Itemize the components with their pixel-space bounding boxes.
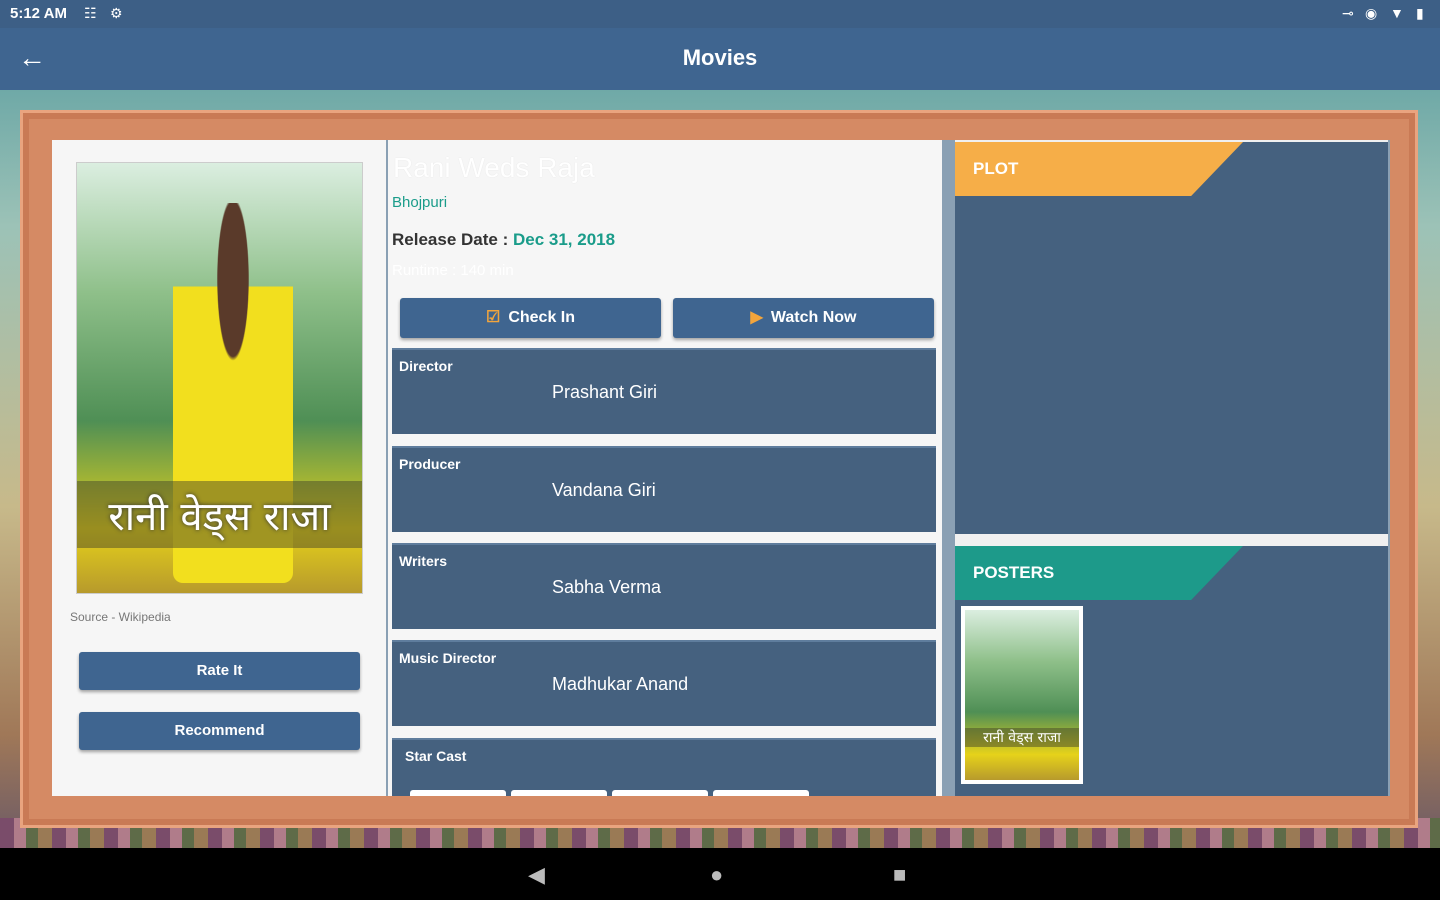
movie-details-panel: Rani Weds Raja Bhojpuri Release Date : D… <box>388 140 942 796</box>
plot-header: PLOT <box>955 142 1243 196</box>
cast-item[interactable] <box>713 790 809 796</box>
rate-it-button[interactable]: Rate It <box>79 652 360 690</box>
wifi-icon: ▼ <box>1390 5 1404 21</box>
plot-section: PLOT <box>955 142 1388 534</box>
poster-thumbnail-text: रानी वेड्स राजा <box>965 728 1079 747</box>
posters-header: POSTERS <box>955 546 1243 600</box>
movie-poster-image[interactable]: रानी वेड्स राजा <box>76 162 363 594</box>
app-bar: ← Movies <box>0 28 1440 90</box>
eye-icon: ◉ <box>1365 5 1378 21</box>
card-value: Vandana Giri <box>552 480 656 500</box>
system-nav-bar: ◀ ● ■ <box>0 848 1440 900</box>
movie-title: Rani Weds Raja <box>393 152 595 183</box>
card-label: Writers <box>399 553 447 569</box>
watch-now-label: Watch Now <box>770 309 857 326</box>
cast-item[interactable] <box>612 790 708 796</box>
card-label: Music Director <box>399 650 497 666</box>
card-value: Madhukar Anand <box>552 674 689 694</box>
nav-home-icon[interactable]: ● <box>710 862 723 888</box>
release-date-value: Dec 31, 2018 <box>512 230 616 249</box>
android-icon: ☷ <box>84 5 97 21</box>
page-title: Movies <box>682 45 758 70</box>
cast-item[interactable] <box>511 790 607 796</box>
poster-source: Source - Wikipedia <box>70 610 171 624</box>
card-value: Prashant Giri <box>552 382 658 402</box>
card-label: Director <box>399 358 453 374</box>
recommend-button[interactable]: Recommend <box>79 712 360 750</box>
writers-card: Writers Sabha Verma <box>392 543 936 629</box>
movie-runtime: Runtime : 140 min <box>392 262 514 279</box>
producer-card: Producer Vandana Giri <box>392 446 936 532</box>
nav-recents-icon[interactable]: ■ <box>893 862 906 888</box>
posters-section: POSTERS रानी वेड्स राजा <box>955 546 1388 796</box>
movie-language: Bhojpuri <box>392 194 448 211</box>
key-icon: ⊸ <box>1342 5 1354 21</box>
card-value: Sabha Verma <box>552 577 662 597</box>
director-card: Director Prashant Giri <box>392 348 936 434</box>
poster-thumbnail[interactable]: रानी वेड्स राजा <box>961 606 1083 784</box>
cast-item[interactable] <box>410 790 506 796</box>
star-cast-card: Star Cast <box>392 738 936 796</box>
poster-title-text: रानी वेड्स राजा <box>77 481 362 548</box>
nav-back-icon[interactable]: ◀ <box>528 862 545 888</box>
card-label: Star Cast <box>405 748 467 764</box>
settings-icon: ⚙ <box>110 5 123 21</box>
music-director-card: Music Director Madhukar Anand <box>392 640 936 726</box>
battery-icon: ▮ <box>1416 5 1424 21</box>
status-bar: 5:12 AM ☷ ⚙ ⊸ ◉ ▼ ▮ <box>0 0 1440 28</box>
check-in-label: Check In <box>508 309 576 326</box>
release-date-label: Release Date : <box>392 230 509 249</box>
play-icon: ▶ <box>750 309 763 326</box>
checkbox-icon: ☑ <box>485 309 501 326</box>
status-time: 5:12 AM <box>10 5 67 22</box>
release-date: Release Date : Dec 31, 2018 <box>392 230 615 250</box>
card-label: Producer <box>399 456 461 472</box>
check-in-button[interactable]: ☑ Check In <box>400 298 661 338</box>
watch-now-button[interactable]: ▶ Watch Now <box>673 298 934 338</box>
